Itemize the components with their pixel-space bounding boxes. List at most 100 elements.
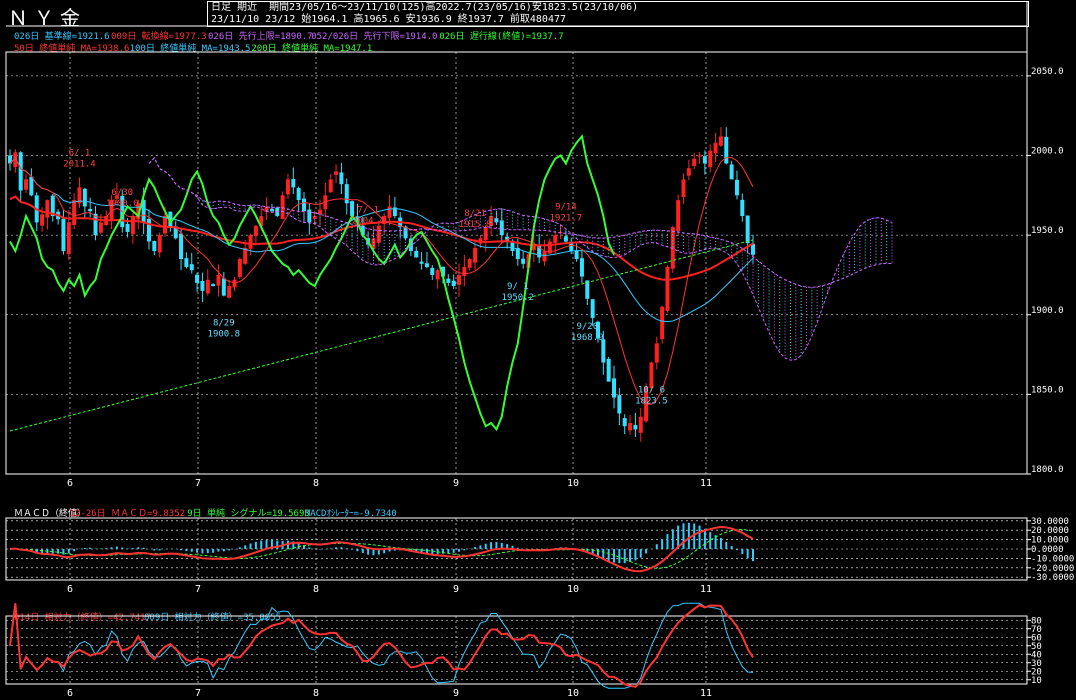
candle-body bbox=[189, 264, 194, 271]
candle-body bbox=[681, 179, 686, 198]
annotation-value: 1823.5 bbox=[635, 397, 668, 407]
candle-body bbox=[82, 188, 87, 207]
annotation-value: 1900.0 bbox=[106, 199, 139, 209]
y-tick-label: -30.0000 bbox=[1031, 573, 1074, 583]
y-tick-label: 1850.0 bbox=[1031, 385, 1064, 395]
candle-body bbox=[446, 278, 451, 283]
candle-body bbox=[574, 250, 579, 260]
annotation-value: 1921.7 bbox=[550, 214, 583, 224]
x-tick-label: 10 bbox=[567, 478, 579, 489]
candle-body bbox=[184, 258, 189, 267]
candle-body bbox=[387, 206, 392, 218]
candle-body bbox=[638, 416, 643, 433]
x-tick-label: 10 bbox=[567, 584, 579, 595]
candle-body bbox=[98, 222, 103, 233]
panel-frame bbox=[5, 51, 1028, 475]
candle-body bbox=[697, 155, 702, 157]
annotation-value: 1950.2 bbox=[502, 293, 535, 303]
candle-body bbox=[553, 235, 558, 243]
chart-canvas: 2050.0 2000.0 1950.0 1900.0 1850.0 1800.0 6 7 8 9… bbox=[5, 1, 1074, 699]
candle-body bbox=[253, 225, 258, 236]
candle-body bbox=[654, 343, 659, 363]
annotation-value: 1900.8 bbox=[208, 330, 241, 340]
candle-body bbox=[612, 378, 617, 398]
candle-body bbox=[18, 152, 23, 191]
candle-body bbox=[200, 281, 205, 291]
y-tick-label: 2050.0 bbox=[1031, 67, 1064, 77]
candle-body bbox=[40, 214, 45, 226]
x-tick-label: 10 bbox=[567, 688, 579, 699]
candle-body bbox=[660, 306, 665, 340]
candle-body bbox=[29, 176, 34, 196]
x-tick-label: 8 bbox=[313, 688, 319, 699]
annotation-value: 2011.4 bbox=[63, 159, 96, 169]
y-tick-label: 1900.0 bbox=[1031, 306, 1064, 316]
annotation-date: 8/29 bbox=[213, 319, 235, 329]
annotation-date: 7/ 1 bbox=[357, 206, 379, 216]
candle-body bbox=[130, 216, 135, 235]
candle-body bbox=[152, 240, 157, 252]
candle-body bbox=[72, 200, 77, 225]
candle-body bbox=[61, 218, 66, 252]
candle-body bbox=[419, 261, 424, 264]
candle-body bbox=[344, 184, 349, 204]
candle-body bbox=[740, 199, 745, 217]
x-tick-label: 9 bbox=[453, 584, 459, 595]
x-tick-label: 6 bbox=[67, 688, 73, 699]
y-tick-label: 2000.0 bbox=[1031, 147, 1064, 157]
candle-body bbox=[334, 171, 339, 175]
candle-body bbox=[66, 222, 71, 255]
candle-body bbox=[665, 266, 670, 311]
candle-body bbox=[467, 259, 472, 268]
x-tick-label: 9 bbox=[453, 688, 459, 699]
candle-body bbox=[473, 247, 478, 263]
candle-body bbox=[328, 179, 333, 193]
candle-body bbox=[227, 286, 232, 298]
candle-body bbox=[88, 208, 93, 212]
y-tick-label: 1950.0 bbox=[1031, 226, 1064, 236]
candle-body bbox=[221, 278, 226, 296]
candle-body bbox=[45, 200, 50, 218]
candle-body bbox=[462, 266, 467, 277]
candle-body bbox=[724, 136, 729, 164]
candle-body bbox=[179, 233, 184, 260]
kijun-line bbox=[9, 157, 754, 323]
candle-body bbox=[285, 179, 290, 195]
candle-body bbox=[350, 201, 355, 217]
candle-body bbox=[702, 156, 707, 164]
candle-body bbox=[163, 216, 168, 234]
annotation-date: 8/21 bbox=[464, 209, 486, 219]
candle-body bbox=[211, 284, 216, 287]
candle-body bbox=[205, 279, 210, 294]
x-tick-label: 6 bbox=[67, 584, 73, 595]
candle-body bbox=[216, 274, 221, 286]
candle-body bbox=[692, 158, 697, 166]
candle-body bbox=[248, 235, 253, 249]
candle-body bbox=[542, 251, 547, 262]
annotation-value: 1968.9 bbox=[571, 333, 604, 343]
annotation-date: 6/30 bbox=[111, 188, 133, 198]
panel-frame bbox=[5, 615, 1028, 685]
candle-body bbox=[457, 274, 462, 285]
candle-body bbox=[339, 172, 344, 185]
candle-body bbox=[435, 270, 440, 280]
candle-body bbox=[579, 258, 584, 277]
x-tick-label: 11 bbox=[700, 478, 712, 489]
candle-body bbox=[708, 150, 713, 168]
candle-body bbox=[606, 358, 611, 382]
x-tick-label: 7 bbox=[195, 688, 201, 699]
x-tick-label: 7 bbox=[195, 478, 201, 489]
candle-body bbox=[622, 418, 627, 427]
x-tick-label: 9 bbox=[453, 478, 459, 489]
candle-body bbox=[734, 179, 739, 196]
candle-body bbox=[521, 258, 526, 264]
candle-body bbox=[291, 179, 296, 188]
annotation-date: 9/ 1 bbox=[507, 282, 529, 292]
x-tick-label: 11 bbox=[700, 688, 712, 699]
candle-body bbox=[617, 395, 622, 414]
annotation-date: 9/20 bbox=[576, 322, 598, 332]
candle-body bbox=[686, 168, 691, 176]
candle-body bbox=[195, 274, 200, 283]
x-tick-label: 7 bbox=[195, 584, 201, 595]
annotation-date: 10/ 6 bbox=[638, 386, 665, 396]
